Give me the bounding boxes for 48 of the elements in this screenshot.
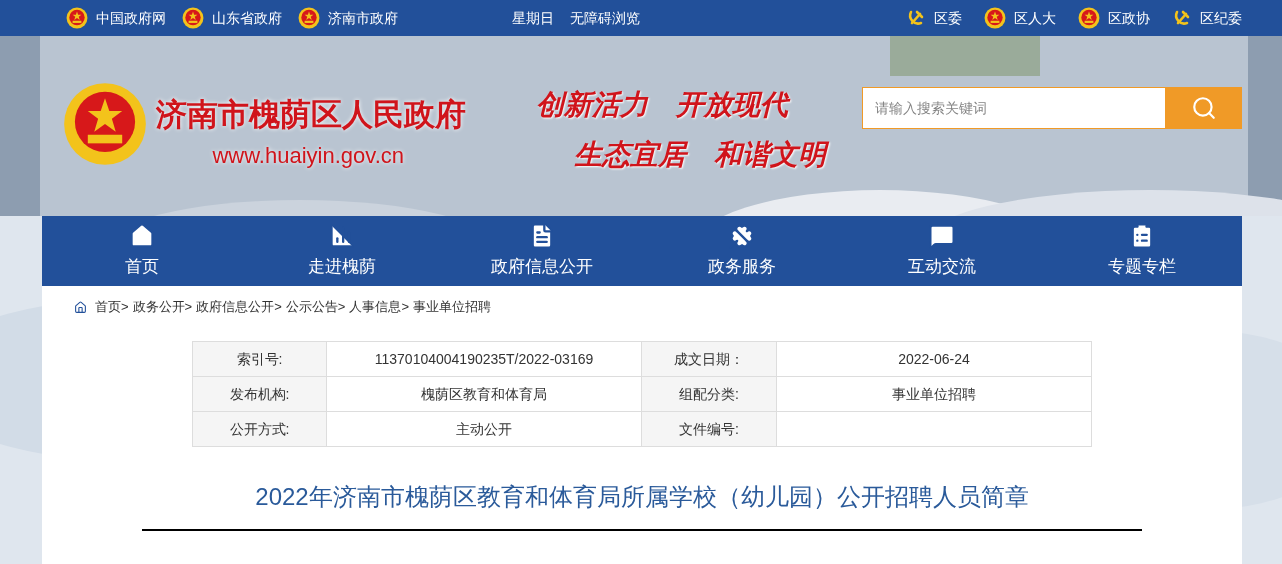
national-emblem-icon <box>62 81 148 167</box>
table-cell: 发布机构: <box>192 376 327 412</box>
search-icon <box>1191 95 1217 121</box>
emblem-icon <box>182 7 204 29</box>
breadcrumb-link[interactable]: 人事信息> <box>349 297 409 317</box>
top-link[interactable]: 中国政府网 <box>66 7 166 29</box>
top-link[interactable]: 区人大 <box>984 7 1056 29</box>
hammer-sickle-icon <box>1172 8 1192 28</box>
breadcrumb-link[interactable]: 首页> <box>95 297 129 317</box>
emblem-icon <box>1078 7 1100 29</box>
nav-item[interactable]: 走进槐荫 <box>242 216 442 286</box>
nav-item[interactable]: 政务服务 <box>642 216 842 286</box>
site-name: 济南市槐荫区人民政府 <box>156 96 466 134</box>
top-link[interactable]: 无障碍浏览 <box>570 7 640 29</box>
breadcrumb-link[interactable]: 公示公告> <box>285 297 346 317</box>
table-cell: 组配分类: <box>641 376 777 412</box>
home-icon <box>74 300 87 314</box>
site-url: www.huaiyin.gov.cn <box>212 141 404 170</box>
breadcrumb-link[interactable]: 政府信息公开> <box>196 297 282 317</box>
top-link[interactable]: 区纪委 <box>1172 7 1242 29</box>
search-button[interactable] <box>1166 87 1242 129</box>
search-field[interactable]: 请输入搜索关键词 <box>862 87 1166 129</box>
table-cell: 11370104004190235T/2022-03169 <box>326 341 642 377</box>
top-link[interactable]: 区政协 <box>1078 7 1150 29</box>
table-cell: 2022-06-24 <box>776 341 1092 377</box>
nav-item[interactable]: 专题专栏 <box>1042 216 1242 286</box>
table-cell: 文件编号: <box>641 411 777 447</box>
table-cell: 主动公开 <box>326 411 642 447</box>
top-link[interactable]: 区委 <box>906 7 962 29</box>
hammer-sickle-icon <box>906 8 926 28</box>
nav-item[interactable]: 互动交流 <box>842 216 1042 286</box>
emblem-icon <box>984 7 1006 29</box>
slogan: 创新活力 开放现代 <box>536 84 826 126</box>
nav-item[interactable]: 政府信息公开 <box>442 216 642 286</box>
emblem-icon <box>66 7 88 29</box>
top-link[interactable]: 星期日 <box>512 7 554 29</box>
breadcrumb-link[interactable]: 事业单位招聘 <box>412 297 491 317</box>
article-title: 2022年济南市槐荫区教育和体育局所属学校（幼儿园）公开招聘人员简章 <box>254 482 1030 512</box>
table-cell: 事业单位招聘 <box>776 376 1092 412</box>
top-link[interactable]: 济南市政府 <box>298 7 398 29</box>
table-cell: 索引号: <box>192 341 327 377</box>
nav-item[interactable]: 首页 <box>42 216 242 286</box>
table-cell: 公开方式: <box>192 411 327 447</box>
emblem-icon <box>298 7 320 29</box>
breadcrumb-link[interactable]: 政务公开> <box>132 297 193 317</box>
table-cell: 槐荫区教育和体育局 <box>326 376 642 412</box>
table-cell: 成文日期： <box>641 341 777 377</box>
top-link[interactable]: 山东省政府 <box>182 7 282 29</box>
